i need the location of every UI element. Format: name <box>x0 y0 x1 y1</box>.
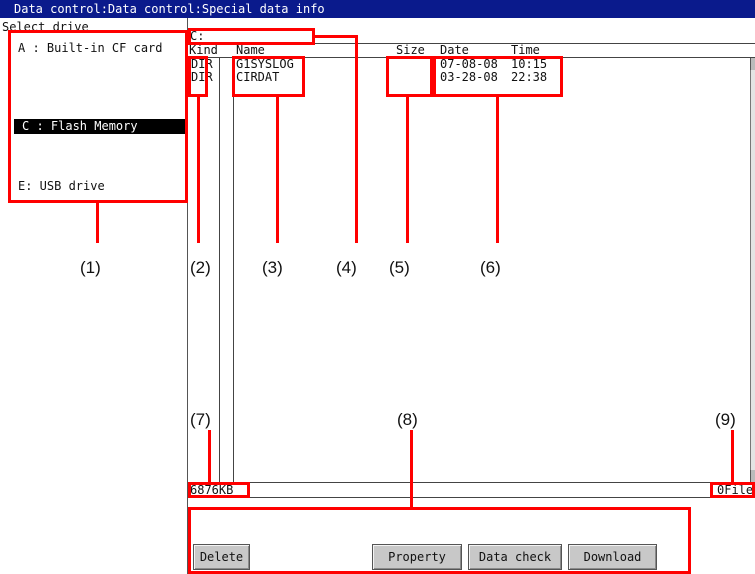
annotation-box-4 <box>188 28 315 45</box>
status-divider-bottom <box>188 497 755 498</box>
column-header-name[interactable]: Name <box>236 43 265 57</box>
callout-9: (9) <box>715 410 736 429</box>
annotation-box-7 <box>188 482 250 498</box>
annotation-leader-8 <box>410 430 413 507</box>
scroll-up-arrow-icon[interactable] <box>750 58 755 70</box>
callout-2: (2) <box>190 258 211 277</box>
annotation-leader-9 <box>731 430 734 482</box>
column-header-time[interactable]: Time <box>511 43 540 57</box>
annotation-box-8 <box>188 507 691 574</box>
annotation-box-3 <box>232 56 305 97</box>
annotation-leader-3 <box>276 97 279 243</box>
column-separator-name <box>233 58 234 482</box>
column-header-date[interactable]: Date <box>440 43 469 57</box>
window-title: Data control:Data control:Special data i… <box>14 2 325 16</box>
annotation-box-6 <box>433 56 563 97</box>
annotation-leader-5 <box>406 97 409 243</box>
callout-1: (1) <box>80 258 101 277</box>
column-header-kind[interactable]: Kind <box>189 43 218 57</box>
callout-3: (3) <box>262 258 283 277</box>
window-title-bar: Data control:Data control:Special data i… <box>0 0 755 18</box>
column-separator-kind <box>219 58 220 482</box>
annotation-box-2 <box>188 56 208 97</box>
file-list-scrollbar[interactable] <box>750 58 755 482</box>
annotation-box-5 <box>386 56 433 97</box>
annotation-box-9 <box>710 482 755 498</box>
annotation-leader-7 <box>208 430 211 482</box>
annotation-leader-6 <box>496 97 499 243</box>
callout-4: (4) <box>336 258 357 277</box>
callout-5: (5) <box>389 258 410 277</box>
callout-8: (8) <box>397 410 418 429</box>
annotation-leader-4v <box>355 35 358 243</box>
column-header-size[interactable]: Size <box>396 43 425 57</box>
status-divider <box>188 482 755 483</box>
callout-6: (6) <box>480 258 501 277</box>
annotation-leader-4h <box>315 35 357 38</box>
annotation-box-1 <box>8 30 188 203</box>
callout-7: (7) <box>190 410 211 429</box>
annotation-leader-1 <box>96 203 99 243</box>
annotation-leader-2 <box>197 97 200 243</box>
scroll-down-arrow-icon[interactable] <box>750 470 755 482</box>
